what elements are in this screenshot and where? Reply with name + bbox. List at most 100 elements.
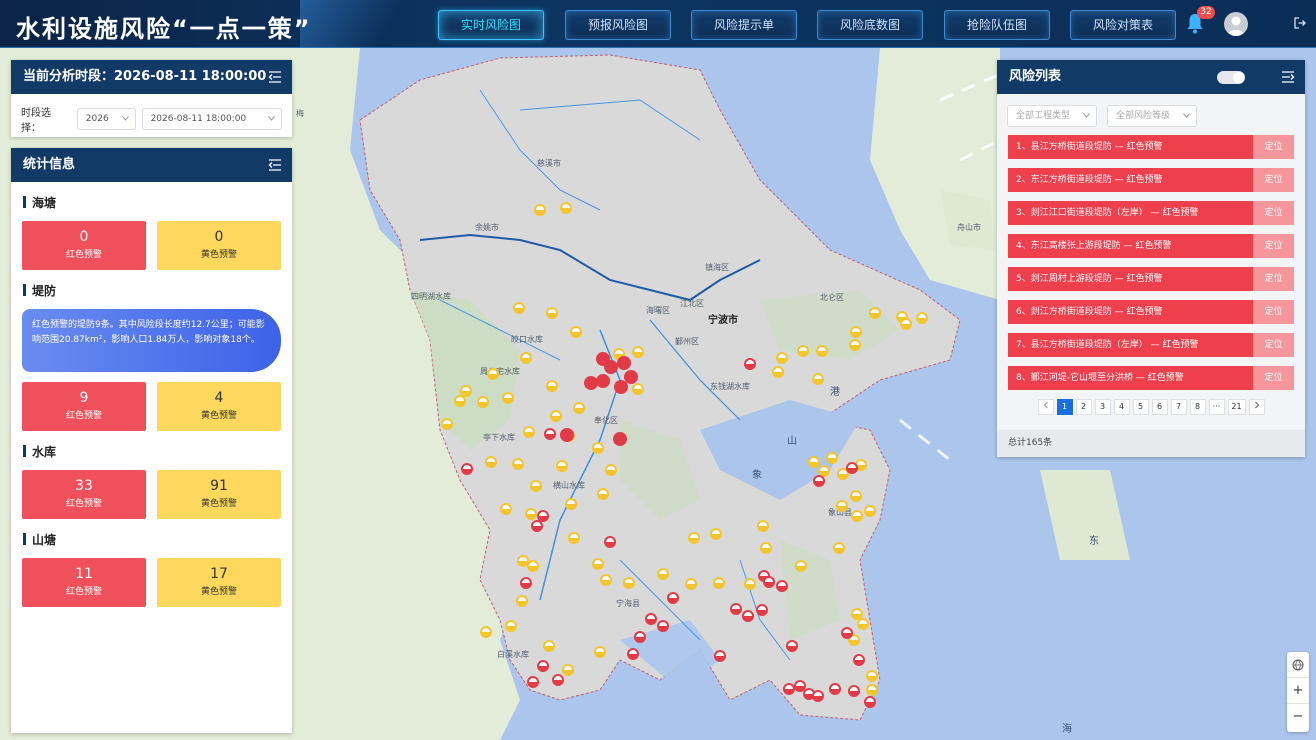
reservoir-marker-yellow[interactable] [527,560,539,572]
locate-button[interactable]: 定位 [1253,168,1294,192]
risk-item-text[interactable]: 3、剡江江口街道段堤防（左岸） — 红色预警 [1008,201,1253,225]
reservoir-marker-red[interactable] [853,654,865,666]
risk-item-text[interactable]: 4、东江高楼张上游段堤防 — 红色预警 [1008,234,1253,258]
reservoir-marker-red[interactable] [848,685,860,697]
reservoir-marker-red[interactable] [645,613,657,625]
reservoir-marker-red[interactable] [786,640,798,652]
reservoir-marker-yellow[interactable] [850,490,862,502]
reservoir-marker-yellow[interactable] [512,458,524,470]
reservoir-marker-yellow[interactable] [623,577,635,589]
locate-button[interactable]: 定位 [1253,300,1294,324]
list-item[interactable]: 3、剡江江口街道段堤防（左岸） — 红色预警 定位 [1008,201,1294,225]
zoom-out-button[interactable]: − [1287,704,1309,730]
reservoir-marker-yellow[interactable] [710,528,722,540]
reservoir-marker-yellow[interactable] [525,508,537,520]
embankment-marker-red[interactable] [617,356,631,370]
list-item[interactable]: 6、剡江方桥街道段堤防 — 红色预警 定位 [1008,300,1294,324]
reservoir-marker-yellow[interactable] [600,574,612,586]
locate-button[interactable]: 定位 [1253,135,1294,159]
pond-red-warning[interactable]: 11 红色预警 [22,558,146,607]
reservoir-marker-yellow[interactable] [812,373,824,385]
reservoir-marker-yellow[interactable] [500,503,512,515]
reservoir-marker-red[interactable] [841,627,853,639]
page-button[interactable]: 7 [1170,399,1187,415]
risk-item-text[interactable]: 5、剡江周村上游段堤防 — 红色预警 [1008,267,1253,291]
nav-tab-rescue-team-map[interactable]: 抢险队伍图 [944,10,1050,40]
reservoir-marker-yellow[interactable] [688,532,700,544]
list-item[interactable]: 8、鄞江河堤-它山堰至分洪桥 — 红色预警 定位 [1008,366,1294,390]
list-item[interactable]: 7、县江方桥街道段堤防（左岸） — 红色预警 定位 [1008,333,1294,357]
next-page-button[interactable] [1248,399,1265,415]
list-item[interactable]: 4、东江高楼张上游段堤防 — 红色预警 定位 [1008,234,1294,258]
reservoir-marker-yellow[interactable] [850,326,862,338]
reservoir-marker-yellow[interactable] [502,392,514,404]
reservoir-marker-yellow[interactable] [849,339,861,351]
reservoir-marker-red[interactable] [552,674,564,686]
reservoir-marker-red[interactable] [763,576,775,588]
reservoir-marker-red[interactable] [604,536,616,548]
page-button[interactable]: 6 [1151,399,1168,415]
nav-tab-forecast-risk[interactable]: 预报风险图 [565,10,671,40]
reservoir-marker-yellow[interactable] [632,346,644,358]
embankment-marker-red[interactable] [596,374,610,388]
locate-button[interactable]: 定位 [1253,234,1294,258]
embankment-yellow-warning[interactable]: 4 黄色预警 [157,382,281,431]
page-ellipsis[interactable]: ··· [1208,399,1225,415]
risk-item-text[interactable]: 8、鄞江河堤-它山堰至分洪桥 — 红色预警 [1008,366,1253,390]
seawall-red-warning[interactable]: 0 红色预警 [22,221,146,270]
reservoir-marker-yellow[interactable] [772,366,784,378]
reservoir-marker-yellow[interactable] [757,520,769,532]
reservoir-marker-yellow[interactable] [487,368,499,380]
page-button[interactable]: 4 [1113,399,1130,415]
reservoir-marker-yellow[interactable] [713,577,725,589]
reservoir-marker-red[interactable] [537,660,549,672]
reservoir-marker-yellow[interactable] [851,510,863,522]
reservoir-marker-yellow[interactable] [454,395,466,407]
year-select[interactable]: 2026 [76,108,136,130]
reservoir-marker-yellow[interactable] [866,684,878,696]
reservoir-marker-red[interactable] [846,462,858,474]
reservoir-marker-red[interactable] [537,510,549,522]
locate-button[interactable]: 定位 [1253,267,1294,291]
reservoir-marker-yellow[interactable] [826,452,838,464]
logout-icon[interactable] [1294,17,1306,29]
reservoir-marker-yellow[interactable] [565,498,577,510]
reservoir-marker-yellow[interactable] [592,442,604,454]
risk-item-text[interactable]: 7、县江方桥街道段堤防（左岸） — 红色预警 [1008,333,1253,357]
page-button[interactable]: 21 [1227,399,1246,415]
embankment-marker-red[interactable] [613,432,627,446]
project-type-filter[interactable]: 全部工程类型 [1007,105,1097,127]
reservoir-marker-yellow[interactable] [594,646,606,658]
risk-layer-toggle[interactable] [1217,71,1245,84]
embankment-marker-red[interactable] [624,370,638,384]
reservoir-marker-red[interactable] [520,577,532,589]
reservoir-marker-yellow[interactable] [833,542,845,554]
reservoir-marker-yellow[interactable] [543,640,555,652]
reservoir-marker-yellow[interactable] [632,383,644,395]
collapse-icon[interactable] [268,71,282,83]
datetime-select[interactable]: 2026-08-11 18:00:00 [141,108,282,130]
reservoir-marker-yellow[interactable] [900,318,912,330]
reservoir-marker-yellow[interactable] [657,568,669,580]
reservoir-marker-yellow[interactable] [744,578,756,590]
reservoir-marker-yellow[interactable] [534,204,546,216]
locate-button[interactable]: 定位 [1253,366,1294,390]
list-item[interactable]: 1、县江方桥街道段堤防 — 红色预警 定位 [1008,135,1294,159]
reservoir-marker-red[interactable] [667,592,679,604]
reservoir-marker-yellow[interactable] [530,480,542,492]
reservoir-marker-yellow[interactable] [477,396,489,408]
embankment-marker-red[interactable] [560,428,574,442]
reservoir-marker-yellow[interactable] [560,202,572,214]
reservoir-marker-yellow[interactable] [592,558,604,570]
nav-tab-risk-countermeasures[interactable]: 风险对策表 [1070,10,1176,40]
reservoir-marker-red[interactable] [730,603,742,615]
reservoir-marker-yellow[interactable] [816,345,828,357]
reservoir-marker-yellow[interactable] [516,595,528,607]
page-button[interactable]: 3 [1094,399,1111,415]
reservoir-marker-yellow[interactable] [562,664,574,676]
reservoir-marker-yellow[interactable] [836,500,848,512]
reservoir-marker-yellow[interactable] [605,464,617,476]
reservoir-marker-red[interactable] [742,610,754,622]
nav-tab-realtime-risk[interactable]: 实时风险图 [438,10,544,40]
risk-item-text[interactable]: 2、东江方桥街道段堤防 — 红色预警 [1008,168,1253,192]
